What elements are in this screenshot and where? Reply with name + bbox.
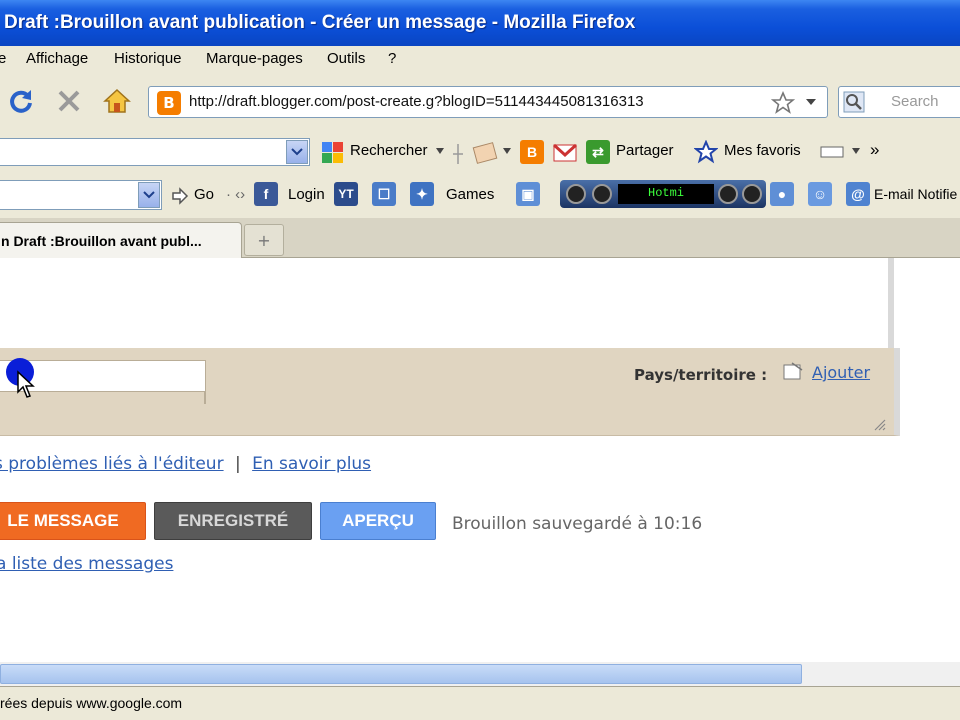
radio-icon[interactable]: ▣ <box>516 182 540 206</box>
preview-button[interactable]: APERÇU <box>320 502 436 540</box>
search-engine-icon <box>843 91 865 113</box>
login-label[interactable]: Login <box>288 186 325 203</box>
status-bar: rées depuis www.google.com <box>0 686 960 720</box>
search-box[interactable]: Search <box>838 86 960 118</box>
reload-icon <box>10 90 32 113</box>
new-tab-button[interactable]: + <box>244 224 284 256</box>
url-text: http://draft.blogger.com/post-create.g?b… <box>189 93 644 110</box>
stop-icon <box>58 90 80 112</box>
gmail-icon[interactable] <box>552 140 578 166</box>
window-title-bar: Draft :Brouillon avant publication - Cré… <box>0 0 960 46</box>
stop-button[interactable] <box>52 84 86 118</box>
dropdown-arrow-icon[interactable] <box>503 148 511 154</box>
country-label: Pays/territoire : <box>634 366 768 384</box>
post-editor-area[interactable] <box>0 258 894 348</box>
add-location-link[interactable]: Ajouter <box>812 363 870 382</box>
puzzle-icon[interactable]: ✦ <box>410 182 434 206</box>
addon-search-dropdown[interactable] <box>138 182 160 208</box>
chat-icon[interactable]: ● <box>770 182 794 206</box>
plus-icon: + <box>257 230 271 250</box>
window-title: Draft :Brouillon avant publication - Cré… <box>4 12 636 33</box>
volume-icon[interactable] <box>742 184 762 204</box>
menu-bookmarks[interactable]: Marque-pages <box>206 50 303 67</box>
chevron-down-icon <box>291 148 303 156</box>
search-placeholder: Search <box>891 93 939 110</box>
blogger-icon[interactable]: B <box>520 140 544 164</box>
divider-icon <box>453 144 463 164</box>
navigation-toolbar: B http://draft.blogger.com/post-create.g… <box>0 74 960 132</box>
prev-icon[interactable] <box>566 184 586 204</box>
menu-view[interactable]: Affichage <box>26 50 88 67</box>
reload-button[interactable] <box>4 84 38 118</box>
games-label[interactable]: Games <box>446 186 494 203</box>
scrollbar-thumb[interactable] <box>0 664 802 684</box>
share-label[interactable]: Partager <box>616 142 674 159</box>
resize-grip-icon[interactable] <box>872 417 886 431</box>
home-button[interactable] <box>100 84 134 118</box>
tab-strip: n Draft :Brouillon avant publ... + <box>0 218 960 258</box>
post-list-link[interactable]: a liste des messages <box>0 554 173 574</box>
blogger-favicon-icon: B <box>157 91 181 115</box>
google-search-input[interactable] <box>0 138 310 166</box>
menu-history[interactable]: Historique <box>114 50 182 67</box>
messenger-icon[interactable]: ☺ <box>808 182 832 206</box>
google-search-icon[interactable] <box>320 140 346 166</box>
mouse-cursor-icon <box>17 370 35 398</box>
google-search-label[interactable]: Rechercher <box>350 142 428 159</box>
play-icon[interactable] <box>592 184 612 204</box>
star-icon[interactable] <box>694 140 718 164</box>
field-divider <box>204 392 206 404</box>
post-options-panel: Pays/territoire : Ajouter <box>0 348 900 436</box>
share-icon[interactable]: ⇄ <box>586 140 610 164</box>
learn-more-link[interactable]: En savoir plus <box>252 454 371 474</box>
page-content: Pays/territoire : Ajouter s problèmes li… <box>0 258 960 686</box>
menu-bar: e Affichage Historique Marque-pages Outi… <box>0 46 960 74</box>
facebook-icon[interactable]: f <box>254 182 278 206</box>
menu-tools[interactable]: Outils <box>327 50 365 67</box>
window-icon[interactable] <box>820 146 846 160</box>
email-notifier-icon[interactable]: @ <box>846 182 870 206</box>
google-toolbar: Rechercher B ⇄ Partager Mes favoris » <box>0 132 960 174</box>
draft-saved-status: Brouillon sauvegardé à 10:16 <box>452 514 703 534</box>
addon-toolbar: Go · ‹› f Login YT ☐ ✦ Games ▣ Hotmi ● ☺… <box>0 174 960 218</box>
dropdown-arrow-icon[interactable] <box>852 148 860 154</box>
help-separator: | <box>234 454 241 474</box>
go-arrow-icon[interactable] <box>170 186 190 206</box>
chevron-down-icon <box>143 191 155 199</box>
google-search-dropdown[interactable] <box>286 140 308 164</box>
bookmark-star-icon[interactable] <box>771 91 795 115</box>
toolbar-separator: · ‹› <box>226 186 246 203</box>
favorites-label[interactable]: Mes favoris <box>724 142 801 159</box>
editor-help-line: s problèmes liés à l'éditeur | En savoir… <box>0 454 371 474</box>
next-icon[interactable] <box>718 184 738 204</box>
more-chevron[interactable]: » <box>870 140 879 160</box>
url-dropdown-icon[interactable] <box>805 97 817 107</box>
publish-post-button[interactable]: LE MESSAGE <box>0 502 146 540</box>
editor-problems-link[interactable]: s problèmes liés à l'éditeur <box>0 454 224 474</box>
horizontal-scrollbar[interactable] <box>0 662 960 686</box>
menu-edit[interactable]: e <box>0 50 6 67</box>
home-icon <box>103 88 131 113</box>
add-location-icon[interactable] <box>782 362 804 382</box>
tab-draft[interactable]: n Draft :Brouillon avant publ... <box>0 222 242 258</box>
yt-icon[interactable]: YT <box>334 182 358 206</box>
url-bar[interactable]: B http://draft.blogger.com/post-create.g… <box>148 86 828 118</box>
save-draft-button[interactable]: ENREGISTRÉ <box>154 502 312 540</box>
dropdown-arrow-icon[interactable] <box>436 148 444 154</box>
go-label[interactable]: Go <box>194 186 214 203</box>
menu-help[interactable]: ? <box>388 50 396 67</box>
status-text: rées depuis www.google.com <box>0 695 183 711</box>
player-display: Hotmi <box>618 184 714 204</box>
app-icon[interactable]: ☐ <box>372 182 396 206</box>
news-icon[interactable] <box>472 140 498 166</box>
email-notifier-label[interactable]: E-mail Notifie <box>874 186 957 202</box>
media-player[interactable]: Hotmi <box>560 180 766 208</box>
